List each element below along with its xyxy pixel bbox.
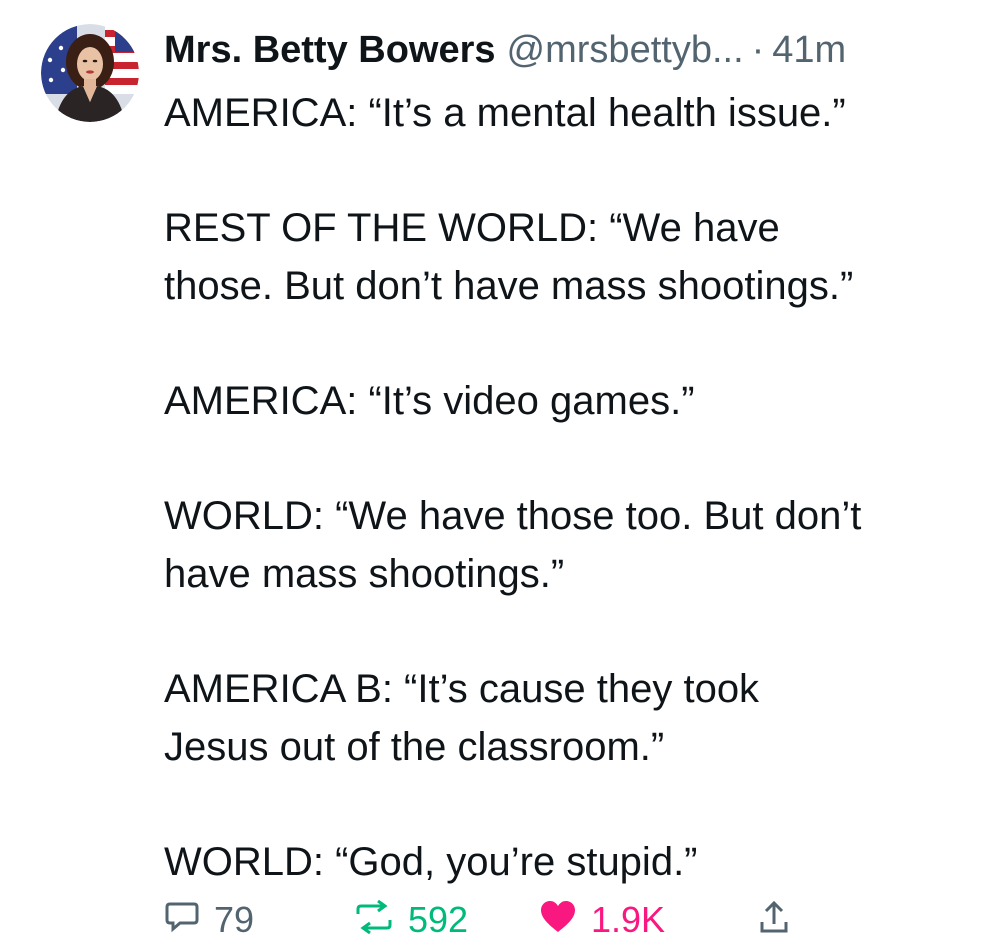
reply-icon (165, 902, 199, 933)
text-line: REST OF THE WORLD: “We have (164, 206, 780, 250)
tweet[interactable]: Mrs. Betty Bowers @mrsbettyb... · 41m AM… (0, 0, 1000, 940)
reply-count: 79 (214, 899, 255, 940)
text-line: Jesus out of the classroom.” (164, 725, 665, 769)
share-button[interactable] (759, 900, 819, 934)
avatar-image (41, 24, 139, 122)
retweet-button[interactable]: 592 (354, 900, 539, 940)
tweet-paragraph: WORLD: “God, you’re stupid.” (164, 833, 984, 891)
text-line: those. But don’t have mass shootings.” (164, 264, 854, 308)
timestamp[interactable]: 41m (772, 26, 846, 74)
share-icon (760, 900, 788, 933)
header-separator: · (751, 29, 765, 71)
text-line: AMERICA: “It’s video games.” (164, 379, 695, 423)
text-line: WORLD: “We have those too. But don’t (164, 494, 862, 538)
tweet-actions: 79 592 1.9K (164, 900, 844, 940)
text-line: AMERICA: “It’s a mental health issue.” (164, 91, 846, 135)
tweet-paragraph: WORLD: “We have those too. But don’t hav… (164, 487, 984, 603)
text-line: WORLD: “God, you’re stupid.” (164, 840, 698, 884)
heart-icon (541, 901, 575, 932)
text-line: have mass shootings.” (164, 552, 565, 596)
tweet-paragraph: AMERICA: “It’s video games.” (164, 372, 984, 430)
tweet-paragraph: AMERICA B: “It’s cause they took Jesus o… (164, 660, 984, 776)
user-handle[interactable]: @mrsbettyb... (507, 26, 744, 74)
retweet-icon (356, 900, 392, 934)
avatar[interactable] (41, 24, 139, 122)
display-name[interactable]: Mrs. Betty Bowers (164, 26, 496, 74)
tweet-paragraph: REST OF THE WORLD: “We have those. But d… (164, 199, 984, 315)
reply-button[interactable]: 79 (164, 900, 354, 940)
like-button[interactable]: 1.9K (539, 900, 759, 940)
text-line: AMERICA B: “It’s cause they took (164, 667, 760, 711)
tweet-text: AMERICA: “It’s a mental health issue.” R… (164, 84, 984, 891)
retweet-count: 592 (408, 899, 469, 940)
like-count: 1.9K (591, 899, 666, 940)
tweet-paragraph: AMERICA: “It’s a mental health issue.” (164, 84, 984, 142)
tweet-header: Mrs. Betty Bowers @mrsbettyb... · 41m (164, 26, 846, 74)
